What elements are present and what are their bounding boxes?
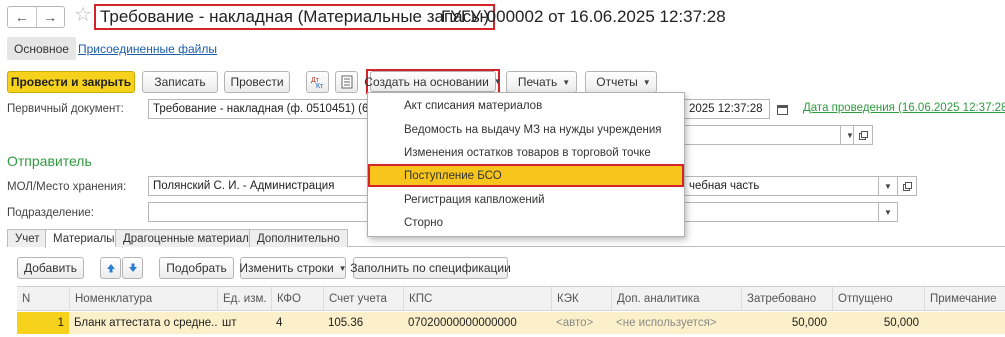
column-header-unit[interactable]: Ед. изм.: [217, 287, 271, 310]
chevron-down-icon: ▼: [493, 77, 502, 86]
column-header-kfo[interactable]: КФО: [271, 287, 323, 310]
create-based-on-button[interactable]: Создать на основании ▼: [364, 71, 502, 92]
cell-nomenclature[interactable]: Бланк аттестата о средне...: [69, 312, 217, 334]
change-rows-label: Изменить строки: [239, 261, 334, 275]
select-items-button[interactable]: Подобрать: [159, 257, 234, 279]
table-row[interactable]: 1 Бланк аттестата о средне... шт 4 105.3…: [17, 312, 1005, 334]
chevron-down-icon[interactable]: ▼: [878, 176, 898, 196]
recipient-storage-field[interactable]: чебная часть: [684, 176, 880, 196]
cell-additional-analytics[interactable]: <не используется>: [611, 312, 741, 334]
menu-item-stock-changes[interactable]: Изменения остатков товаров в торговой то…: [368, 141, 684, 164]
table-header-row: N Номенклатура Ед. изм. КФО Счет учета К…: [17, 287, 1005, 311]
chevron-down-icon: ▼: [338, 263, 347, 273]
document-journal-icon[interactable]: [335, 71, 358, 93]
fill-by-specification-button[interactable]: Заполнить по спецификации: [350, 257, 511, 279]
tab-additional[interactable]: Дополнительно: [249, 229, 348, 247]
mol-storage-label: МОЛ/Место хранения:: [7, 181, 127, 193]
post-button[interactable]: Провести: [224, 71, 290, 93]
menu-item-issue-statement[interactable]: Ведомость на выдачу МЗ на нужды учрежден…: [368, 118, 684, 141]
menu-item-reversal[interactable]: Сторно: [368, 211, 684, 234]
chevron-down-icon[interactable]: ▼: [878, 202, 898, 222]
column-header-additional-analytics[interactable]: Доп. аналитика: [611, 287, 741, 310]
change-rows-button[interactable]: Изменить строки ▼: [239, 257, 347, 279]
calendar-icon[interactable]: [774, 101, 790, 117]
column-header-released[interactable]: Отпущено: [832, 287, 924, 310]
mol-storage-field[interactable]: Полянский С. И. - Администрация: [148, 176, 370, 196]
svg-text:Кт: Кт: [316, 83, 324, 89]
chevron-down-icon: ▼: [562, 77, 571, 87]
department-field[interactable]: [148, 202, 370, 222]
column-header-account[interactable]: Счет учета: [323, 287, 403, 310]
tab-accounting[interactable]: Учет: [7, 229, 48, 247]
menu-item-bso-receipt[interactable]: Поступление БСО: [368, 164, 684, 187]
open-form-icon[interactable]: [897, 176, 917, 196]
cell-row-number[interactable]: 1: [17, 312, 69, 334]
chevron-down-icon: ▼: [642, 77, 651, 87]
create-based-on-label: Создать на основании: [364, 74, 489, 89]
primary-document-field[interactable]: Требование - накладная (ф. 0510451) (61н…: [148, 99, 370, 119]
cell-unit[interactable]: шт: [217, 312, 271, 334]
back-arrow-icon[interactable]: ←: [8, 7, 36, 27]
materials-table: N Номенклатура Ед. изм. КФО Счет учета К…: [17, 286, 1005, 334]
post-and-close-button[interactable]: Провести и закрыть: [7, 71, 135, 93]
sender-section-heading: Отправитель: [7, 153, 92, 169]
department-field-continued[interactable]: [684, 202, 880, 222]
menu-item-capital-investments[interactable]: Регистрация капвложений: [368, 188, 684, 211]
column-header-n[interactable]: N: [17, 287, 69, 310]
secondary-document-field[interactable]: [684, 125, 842, 145]
column-header-requested[interactable]: Затребовано: [741, 287, 832, 310]
tab-materials[interactable]: Материалы: [45, 229, 123, 248]
print-button[interactable]: Печать ▼: [506, 71, 577, 93]
move-up-icon[interactable]: [100, 257, 121, 279]
reports-label: Отчеты: [596, 75, 638, 89]
history-nav: ← →: [7, 6, 65, 28]
cell-note[interactable]: [924, 312, 1005, 334]
forward-arrow-icon[interactable]: →: [35, 7, 65, 27]
column-header-nomenclature[interactable]: Номенклатура: [69, 287, 217, 310]
open-form-icon[interactable]: [853, 125, 873, 145]
cell-kfo[interactable]: 4: [271, 312, 323, 334]
cell-requested[interactable]: 50,000: [741, 312, 832, 334]
print-label: Печать: [517, 75, 558, 89]
document-date-field[interactable]: 2025 12:37:28: [684, 99, 770, 119]
tab-precious-materials[interactable]: Драгоценные материалы: [115, 229, 266, 247]
menu-item-write-off-act[interactable]: Акт списания материалов: [368, 94, 684, 117]
column-header-kps[interactable]: КПС: [403, 287, 551, 310]
department-label: Подразделение:: [7, 207, 94, 219]
debit-credit-icon[interactable]: Дт Кт: [306, 71, 329, 93]
create-based-on-highlight: Создать на основании ▼: [364, 69, 502, 94]
column-header-note[interactable]: Примечание: [924, 287, 1005, 310]
reports-button[interactable]: Отчеты ▼: [585, 71, 657, 93]
cell-account[interactable]: 105.36: [323, 312, 403, 334]
create-based-on-menu: Акт списания материалов Ведомость на выд…: [367, 92, 685, 237]
primary-document-label: Первичный документ:: [7, 103, 124, 115]
favorite-star-icon[interactable]: ☆: [74, 4, 92, 26]
document-number-date: ГУГУ-000002 от 16.06.2025 12:37:28: [441, 7, 726, 26]
move-down-icon[interactable]: [122, 257, 143, 279]
section-tab-attached-files[interactable]: Присоединенные файлы: [78, 37, 217, 60]
cell-kps[interactable]: 07020000000000000: [403, 312, 551, 334]
column-header-kek[interactable]: КЭК: [551, 287, 611, 310]
cell-kek[interactable]: <авто>: [551, 312, 611, 334]
cell-released[interactable]: 50,000: [832, 312, 924, 334]
posting-date-link[interactable]: Дата проведения (16.06.2025 12:37:28): [803, 102, 1005, 114]
add-row-button[interactable]: Добавить: [17, 257, 84, 279]
save-button[interactable]: Записать: [142, 71, 218, 93]
section-tab-main[interactable]: Основное: [7, 37, 76, 60]
document-title-highlighted: Требование - накладная (Материальные зап…: [94, 4, 496, 30]
